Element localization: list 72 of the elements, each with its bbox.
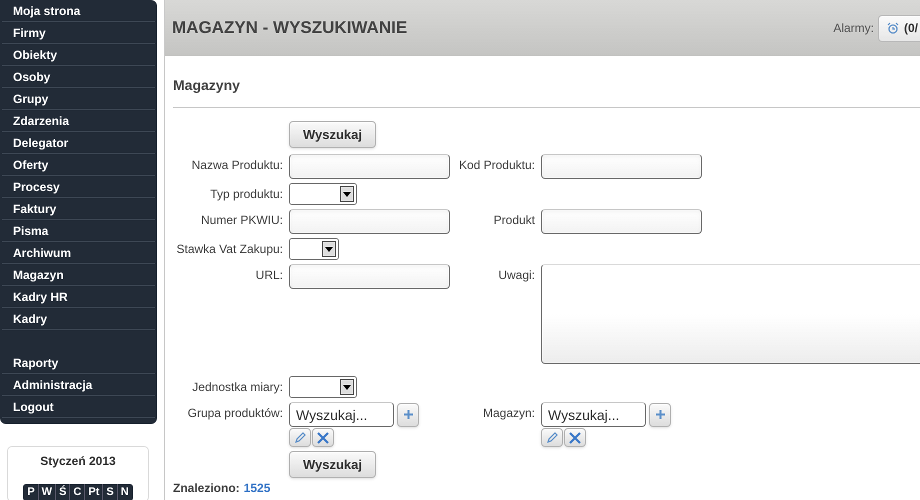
search-button[interactable]: Wyszukaj (289, 121, 376, 148)
calendar-title: Styczeń 2013 (40, 453, 116, 470)
sidebar-item[interactable]: Kadry (2, 308, 155, 330)
pencil-icon (546, 432, 558, 443)
sidebar-item[interactable]: Zdarzenia (2, 110, 155, 132)
plus-icon (404, 410, 412, 419)
weekday-label: P (24, 484, 39, 500)
sidebar-item[interactable]: Moja strona (2, 0, 155, 22)
pencil-icon (294, 432, 306, 443)
close-icon (317, 432, 329, 444)
field-label: Stawka Vat Zakupu: (176, 241, 283, 258)
text-field[interactable] (541, 154, 702, 179)
text-field[interactable] (289, 264, 450, 289)
sidebar-item[interactable]: Obiekty (2, 44, 155, 66)
field-label: Magazyn: (482, 405, 535, 422)
search-button[interactable]: Wyszukaj (289, 451, 376, 478)
sidebar-item[interactable]: Delegator (2, 132, 155, 154)
results-label: Znaleziono: (173, 481, 240, 495)
lookup-field[interactable]: Wyszukaj... (541, 402, 646, 427)
text-field[interactable] (289, 154, 450, 179)
dropdown[interactable] (289, 238, 339, 260)
text-field[interactable] (289, 209, 450, 234)
sidebar-item[interactable]: Raporty (2, 352, 155, 374)
field-label: Numer PKWIU: (200, 212, 283, 229)
alarms-button[interactable]: (0/ (878, 14, 920, 42)
sidebar-item[interactable]: Osoby (2, 66, 155, 88)
delete-button[interactable] (564, 428, 586, 447)
sidebar-item[interactable]: Magazyn (2, 264, 155, 286)
add-button[interactable] (649, 402, 671, 426)
dropdown-caret-icon (322, 241, 336, 257)
dropdown[interactable] (289, 376, 357, 398)
sidebar-item[interactable]: Archiwum (2, 242, 155, 264)
notes-field[interactable] (541, 264, 920, 364)
lookup-field[interactable]: Wyszukaj... (289, 402, 394, 427)
sidebar-item[interactable]: Logout (2, 396, 155, 418)
alarm-clock-icon (886, 22, 899, 34)
delete-button[interactable] (312, 428, 334, 447)
dropdown[interactable] (289, 183, 357, 205)
sidebar-item[interactable]: Faktury (2, 198, 155, 220)
weekday-label: C (70, 484, 86, 500)
weekday-label: Pt (85, 484, 104, 500)
text-field[interactable] (541, 209, 702, 234)
alarms-label: Alarmy: (833, 20, 874, 37)
page-title: MAGAZYN - WYSZUKIWANIE (172, 17, 408, 40)
field-label: Kod Produktu: (458, 157, 535, 174)
weekday-label: N (120, 485, 130, 500)
close-icon (569, 432, 581, 444)
plus-icon (656, 410, 664, 419)
sidebar-item[interactable]: Firmy (2, 22, 155, 44)
weekday-label: W (38, 484, 56, 500)
field-label: Nazwa Produktu: (190, 157, 283, 174)
dropdown-caret-icon (340, 379, 354, 395)
edit-button[interactable] (541, 428, 563, 447)
weekday-label: S (103, 484, 118, 500)
section-title: Magazyny (173, 76, 241, 93)
field-label: Uwagi: (497, 267, 535, 284)
sidebar-item[interactable]: Grupy (2, 88, 155, 110)
weekday-label: Ś (56, 484, 70, 500)
field-label: Jednostka miary: (191, 379, 283, 396)
add-button[interactable] (397, 402, 419, 426)
sidebar-item[interactable]: Pisma (2, 220, 155, 242)
sidebar-item[interactable]: Oferty (2, 154, 155, 176)
edit-button[interactable] (289, 428, 311, 447)
field-label: URL: (254, 267, 283, 284)
sidebar-item[interactable]: Procesy (2, 176, 155, 198)
sidebar-item[interactable]: Administracja (2, 374, 155, 396)
field-label: Typ produktu: (209, 186, 283, 203)
field-label: Produkt (492, 212, 535, 229)
results-count-link[interactable]: 1525 (244, 481, 270, 495)
dropdown-caret-icon (340, 186, 354, 202)
sidebar-item[interactable]: Kadry HR (2, 286, 155, 308)
field-label: Grupa produktów: (186, 405, 283, 422)
